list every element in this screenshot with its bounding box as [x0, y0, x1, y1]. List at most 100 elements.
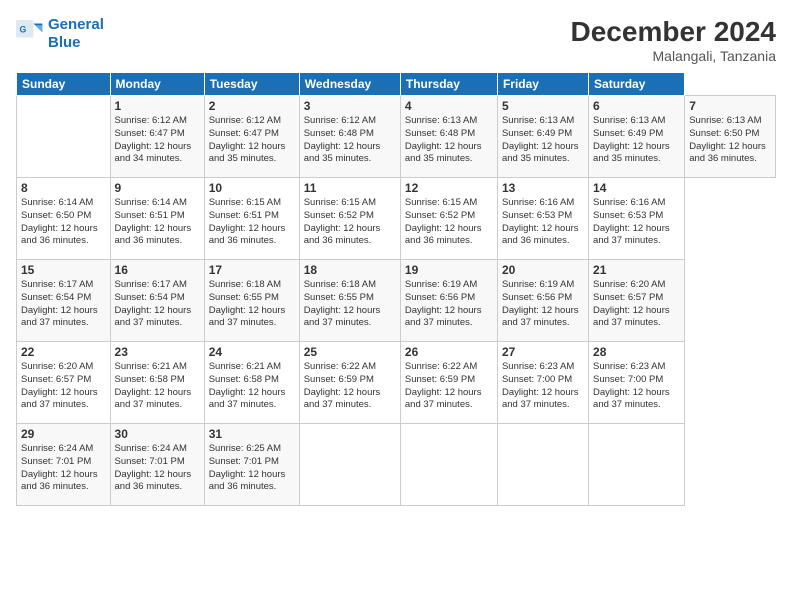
calendar-cell: 22 Sunrise: 6:20 AMSunset: 6:57 PMDaylig… — [17, 342, 111, 424]
calendar-cell — [400, 424, 497, 506]
day-detail: Sunrise: 6:23 AMSunset: 7:00 PMDaylight:… — [593, 361, 670, 410]
calendar-cell: 3 Sunrise: 6:12 AMSunset: 6:48 PMDayligh… — [299, 96, 400, 178]
col-saturday: Saturday — [589, 73, 685, 96]
calendar-subtitle: Malangali, Tanzania — [571, 48, 776, 64]
calendar-cell: 16 Sunrise: 6:17 AMSunset: 6:54 PMDaylig… — [110, 260, 204, 342]
day-detail: Sunrise: 6:20 AMSunset: 6:57 PMDaylight:… — [21, 361, 98, 410]
day-detail: Sunrise: 6:15 AMSunset: 6:52 PMDaylight:… — [304, 197, 381, 246]
calendar-title: December 2024 — [571, 16, 776, 48]
week-row-4: 29 Sunrise: 6:24 AMSunset: 7:01 PMDaylig… — [17, 424, 776, 506]
col-wednesday: Wednesday — [299, 73, 400, 96]
day-number: 11 — [304, 181, 396, 195]
day-detail: Sunrise: 6:20 AMSunset: 6:57 PMDaylight:… — [593, 279, 670, 328]
day-detail: Sunrise: 6:18 AMSunset: 6:55 PMDaylight:… — [304, 279, 381, 328]
day-detail: Sunrise: 6:14 AMSunset: 6:50 PMDaylight:… — [21, 197, 98, 246]
col-tuesday: Tuesday — [204, 73, 299, 96]
calendar-cell: 28 Sunrise: 6:23 AMSunset: 7:00 PMDaylig… — [589, 342, 685, 424]
day-detail: Sunrise: 6:12 AMSunset: 6:47 PMDaylight:… — [115, 115, 192, 164]
day-detail: Sunrise: 6:24 AMSunset: 7:01 PMDaylight:… — [21, 443, 98, 492]
calendar-table: Sunday Monday Tuesday Wednesday Thursday… — [16, 72, 776, 506]
day-detail: Sunrise: 6:14 AMSunset: 6:51 PMDaylight:… — [115, 197, 192, 246]
day-detail: Sunrise: 6:22 AMSunset: 6:59 PMDaylight:… — [304, 361, 381, 410]
calendar-cell — [17, 96, 111, 178]
day-detail: Sunrise: 6:12 AMSunset: 6:47 PMDaylight:… — [209, 115, 286, 164]
calendar-cell: 19 Sunrise: 6:19 AMSunset: 6:56 PMDaylig… — [400, 260, 497, 342]
calendar-cell: 2 Sunrise: 6:12 AMSunset: 6:47 PMDayligh… — [204, 96, 299, 178]
calendar-cell: 7 Sunrise: 6:13 AMSunset: 6:50 PMDayligh… — [685, 96, 776, 178]
day-detail: Sunrise: 6:22 AMSunset: 6:59 PMDaylight:… — [405, 361, 482, 410]
calendar-cell: 31 Sunrise: 6:25 AMSunset: 7:01 PMDaylig… — [204, 424, 299, 506]
col-thursday: Thursday — [400, 73, 497, 96]
calendar-cell — [589, 424, 685, 506]
page: G General Blue December 2024 Malangali, … — [0, 0, 792, 612]
week-row-3: 22 Sunrise: 6:20 AMSunset: 6:57 PMDaylig… — [17, 342, 776, 424]
day-detail: Sunrise: 6:21 AMSunset: 6:58 PMDaylight:… — [115, 361, 192, 410]
logo-line1: General — [48, 16, 104, 33]
day-number: 15 — [21, 263, 106, 277]
calendar-cell: 23 Sunrise: 6:21 AMSunset: 6:58 PMDaylig… — [110, 342, 204, 424]
day-detail: Sunrise: 6:13 AMSunset: 6:48 PMDaylight:… — [405, 115, 482, 164]
calendar-cell: 26 Sunrise: 6:22 AMSunset: 6:59 PMDaylig… — [400, 342, 497, 424]
day-detail: Sunrise: 6:13 AMSunset: 6:50 PMDaylight:… — [689, 115, 766, 164]
day-number: 30 — [115, 427, 200, 441]
day-number: 3 — [304, 99, 396, 113]
day-number: 19 — [405, 263, 493, 277]
day-number: 28 — [593, 345, 680, 359]
day-number: 4 — [405, 99, 493, 113]
day-number: 13 — [502, 181, 584, 195]
day-detail: Sunrise: 6:17 AMSunset: 6:54 PMDaylight:… — [115, 279, 192, 328]
col-sunday: Sunday — [17, 73, 111, 96]
day-number: 31 — [209, 427, 295, 441]
title-block: December 2024 Malangali, Tanzania — [571, 16, 776, 64]
day-detail: Sunrise: 6:23 AMSunset: 7:00 PMDaylight:… — [502, 361, 579, 410]
day-number: 25 — [304, 345, 396, 359]
day-detail: Sunrise: 6:15 AMSunset: 6:52 PMDaylight:… — [405, 197, 482, 246]
week-row-0: 1 Sunrise: 6:12 AMSunset: 6:47 PMDayligh… — [17, 96, 776, 178]
day-number: 20 — [502, 263, 584, 277]
logo-text: General Blue — [48, 16, 104, 52]
calendar-cell — [299, 424, 400, 506]
day-number: 23 — [115, 345, 200, 359]
header: G General Blue December 2024 Malangali, … — [16, 16, 776, 64]
calendar-cell: 18 Sunrise: 6:18 AMSunset: 6:55 PMDaylig… — [299, 260, 400, 342]
day-detail: Sunrise: 6:19 AMSunset: 6:56 PMDaylight:… — [405, 279, 482, 328]
calendar-cell: 13 Sunrise: 6:16 AMSunset: 6:53 PMDaylig… — [497, 178, 588, 260]
day-number: 27 — [502, 345, 584, 359]
day-detail: Sunrise: 6:19 AMSunset: 6:56 PMDaylight:… — [502, 279, 579, 328]
day-detail: Sunrise: 6:12 AMSunset: 6:48 PMDaylight:… — [304, 115, 381, 164]
calendar-cell: 21 Sunrise: 6:20 AMSunset: 6:57 PMDaylig… — [589, 260, 685, 342]
day-number: 5 — [502, 99, 584, 113]
logo-line2: Blue — [48, 34, 81, 51]
calendar-cell: 4 Sunrise: 6:13 AMSunset: 6:48 PMDayligh… — [400, 96, 497, 178]
day-number: 16 — [115, 263, 200, 277]
calendar-cell: 10 Sunrise: 6:15 AMSunset: 6:51 PMDaylig… — [204, 178, 299, 260]
calendar-cell: 1 Sunrise: 6:12 AMSunset: 6:47 PMDayligh… — [110, 96, 204, 178]
calendar-cell: 15 Sunrise: 6:17 AMSunset: 6:54 PMDaylig… — [17, 260, 111, 342]
calendar-cell: 20 Sunrise: 6:19 AMSunset: 6:56 PMDaylig… — [497, 260, 588, 342]
day-number: 9 — [115, 181, 200, 195]
calendar-cell — [497, 424, 588, 506]
day-detail: Sunrise: 6:24 AMSunset: 7:01 PMDaylight:… — [115, 443, 192, 492]
day-number: 22 — [21, 345, 106, 359]
calendar-cell: 25 Sunrise: 6:22 AMSunset: 6:59 PMDaylig… — [299, 342, 400, 424]
day-detail: Sunrise: 6:18 AMSunset: 6:55 PMDaylight:… — [209, 279, 286, 328]
col-friday: Friday — [497, 73, 588, 96]
calendar-cell: 5 Sunrise: 6:13 AMSunset: 6:49 PMDayligh… — [497, 96, 588, 178]
logo: G General Blue — [16, 16, 104, 52]
day-detail: Sunrise: 6:21 AMSunset: 6:58 PMDaylight:… — [209, 361, 286, 410]
day-detail: Sunrise: 6:17 AMSunset: 6:54 PMDaylight:… — [21, 279, 98, 328]
day-detail: Sunrise: 6:16 AMSunset: 6:53 PMDaylight:… — [593, 197, 670, 246]
day-number: 12 — [405, 181, 493, 195]
svg-text:G: G — [20, 24, 27, 34]
day-number: 10 — [209, 181, 295, 195]
day-number: 7 — [689, 99, 771, 113]
day-number: 6 — [593, 99, 680, 113]
day-number: 24 — [209, 345, 295, 359]
week-row-1: 8 Sunrise: 6:14 AMSunset: 6:50 PMDayligh… — [17, 178, 776, 260]
day-detail: Sunrise: 6:15 AMSunset: 6:51 PMDaylight:… — [209, 197, 286, 246]
day-detail: Sunrise: 6:16 AMSunset: 6:53 PMDaylight:… — [502, 197, 579, 246]
calendar-cell: 14 Sunrise: 6:16 AMSunset: 6:53 PMDaylig… — [589, 178, 685, 260]
calendar-cell: 8 Sunrise: 6:14 AMSunset: 6:50 PMDayligh… — [17, 178, 111, 260]
calendar-cell: 17 Sunrise: 6:18 AMSunset: 6:55 PMDaylig… — [204, 260, 299, 342]
header-row: Sunday Monday Tuesday Wednesday Thursday… — [17, 73, 776, 96]
